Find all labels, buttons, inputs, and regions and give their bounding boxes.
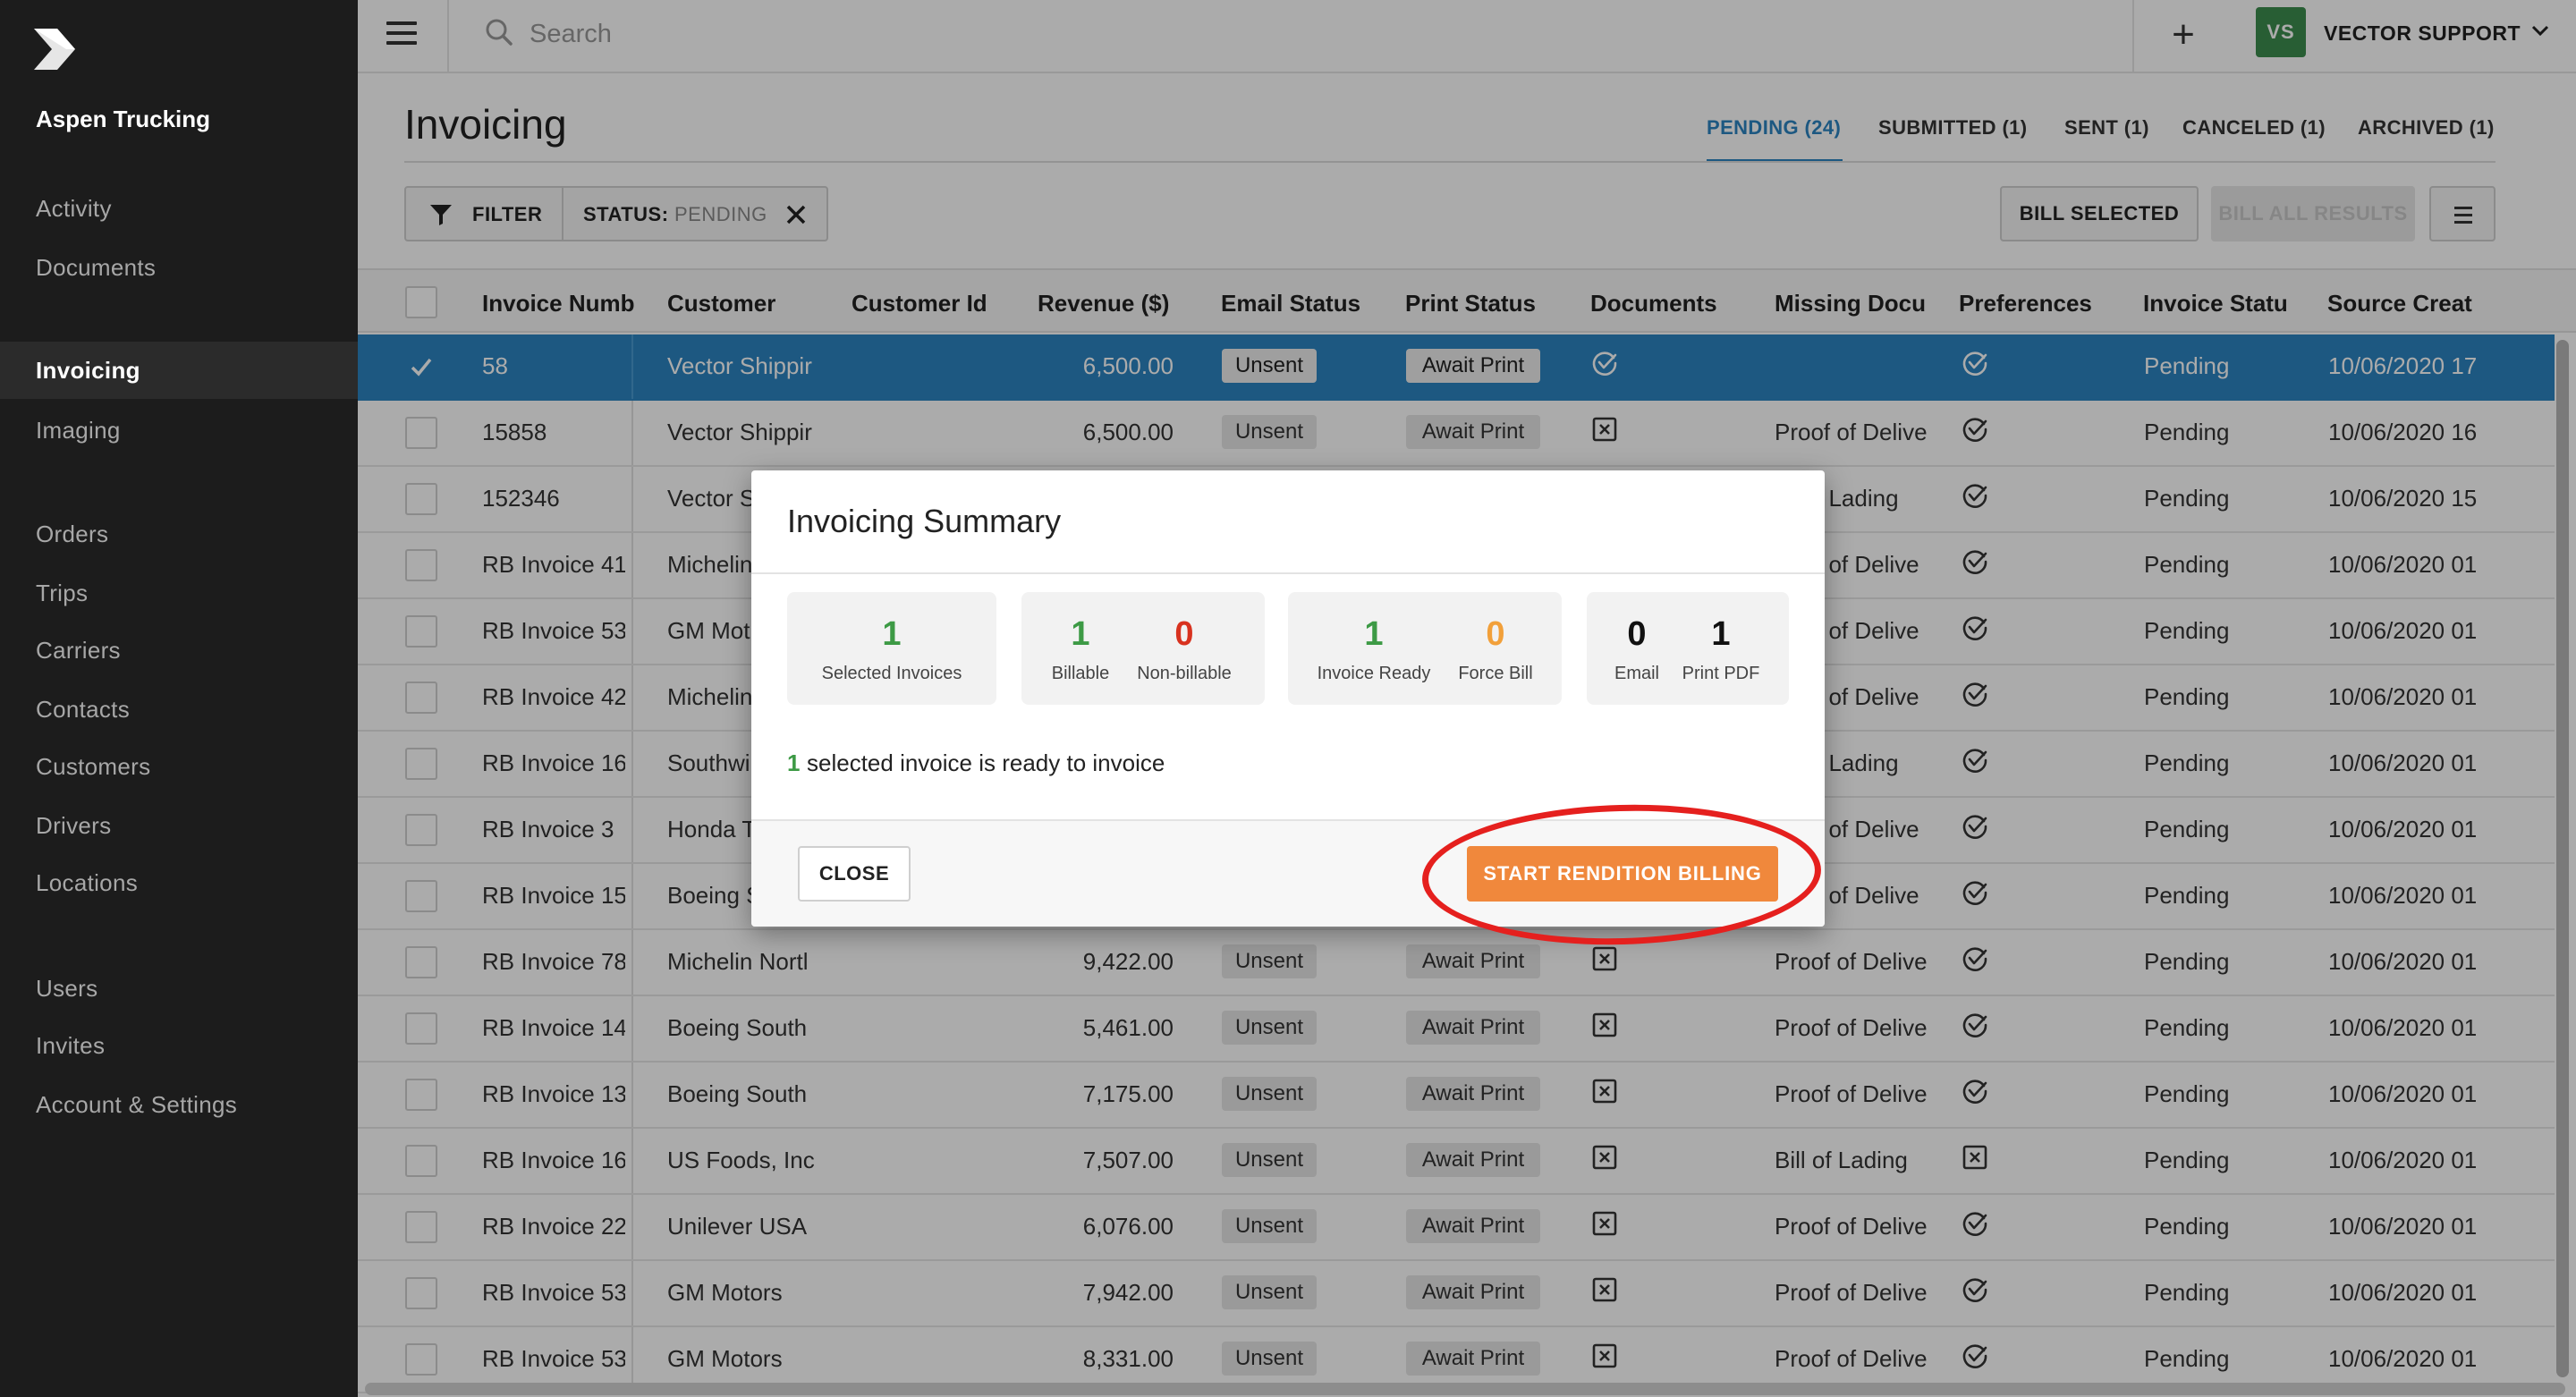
- sidebar-item-contacts[interactable]: Contacts: [36, 696, 130, 724]
- sidebar: Aspen Trucking Activity Documents Invoicin…: [0, 0, 358, 1397]
- summary-count-print-pdf: 1: [1711, 615, 1731, 653]
- sidebar-item-invoicing[interactable]: Invoicing: [0, 342, 358, 399]
- sidebar-item-users[interactable]: Users: [36, 975, 97, 1003]
- sidebar-item-customers[interactable]: Customers: [36, 753, 150, 781]
- close-button[interactable]: CLOSE: [798, 846, 911, 902]
- summary-count-email: 0: [1627, 615, 1647, 653]
- summary-count-force-bill: 0: [1486, 615, 1505, 653]
- vector-logo-icon[interactable]: [32, 27, 77, 72]
- company-name: Aspen Trucking: [36, 106, 211, 132]
- summary-card: 1 Selected Invoices: [787, 592, 996, 705]
- summary-label-non-billable: Non-billable: [1137, 664, 1232, 683]
- app-root: Aspen Trucking Activity Documents Invoicin…: [0, 0, 2576, 1397]
- sidebar-item-locations[interactable]: Locations: [36, 869, 138, 897]
- sidebar-item-orders[interactable]: Orders: [36, 521, 108, 548]
- summary-label-print-pdf: Print PDF: [1682, 664, 1760, 683]
- sidebar-item-drivers[interactable]: Drivers: [36, 812, 111, 840]
- horizontal-scrollbar[interactable]: [365, 1383, 2565, 1395]
- sidebar-item-imaging[interactable]: Imaging: [36, 417, 121, 444]
- sidebar-item-account-settings[interactable]: Account & Settings: [36, 1091, 237, 1119]
- summary-card: 1 Billable 0 Non-billable: [1021, 592, 1265, 705]
- ready-count: 1: [787, 749, 801, 776]
- sidebar-item-carriers[interactable]: Carriers: [36, 637, 121, 665]
- sidebar-item-documents[interactable]: Documents: [36, 254, 156, 282]
- summary-card: 0 Email 1 Print PDF: [1587, 592, 1789, 705]
- modal-title: Invoicing Summary: [787, 503, 1062, 539]
- summary-count-billable: 1: [1071, 615, 1090, 653]
- summary-label-selected-invoices: Selected Invoices: [821, 664, 962, 683]
- vertical-scrollbar[interactable]: [2556, 340, 2569, 1377]
- sidebar-item-invites[interactable]: Invites: [36, 1032, 105, 1060]
- sidebar-item-activity[interactable]: Activity: [36, 195, 112, 223]
- ready-message: selected invoice is ready to invoice: [807, 749, 1165, 776]
- summary-count-non-billable: 0: [1174, 615, 1194, 653]
- summary-count-selected-invoices: 1: [882, 615, 902, 653]
- summary-card: 1 Invoice Ready 0 Force Bill: [1288, 592, 1562, 705]
- summary-count-invoice-ready: 1: [1364, 615, 1384, 653]
- summary-label-force-bill: Force Bill: [1458, 664, 1533, 683]
- sidebar-item-trips[interactable]: Trips: [36, 580, 88, 607]
- modal-divider: [751, 572, 1825, 574]
